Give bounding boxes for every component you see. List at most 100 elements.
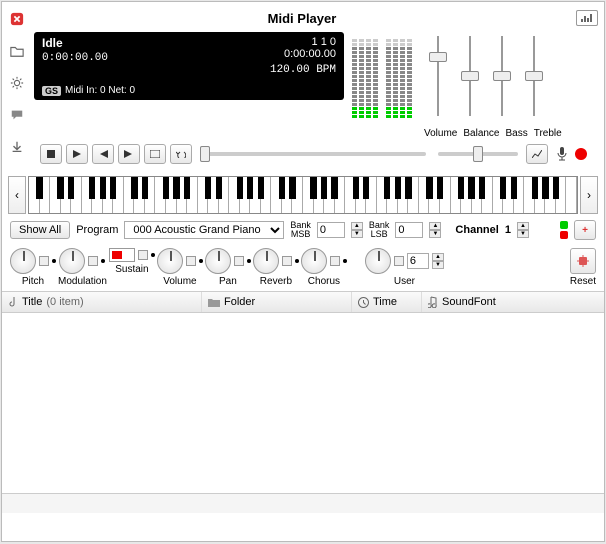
add-button[interactable]: +	[574, 220, 596, 240]
lcd-display: Idle 0:00:00.00 1 1 0 0:00:00.00 120.00 …	[34, 32, 344, 100]
reverb-indicator	[295, 259, 299, 263]
note-icon	[8, 296, 18, 308]
pitch-knob[interactable]	[10, 248, 36, 274]
modulation-toggle[interactable]	[88, 256, 98, 266]
title-count: (0 item)	[46, 296, 83, 308]
transport-row	[34, 140, 598, 168]
folder-col-icon	[208, 297, 220, 307]
slider-labels: Volume Balance Bass Treble	[424, 128, 562, 139]
app-title: Midi Player	[34, 11, 570, 26]
download-icon[interactable]	[8, 138, 26, 156]
title-row: Midi Player	[34, 8, 598, 28]
bank-msb-label: Bank MSB	[290, 221, 311, 239]
led-green	[560, 221, 568, 229]
reverb-knob[interactable]	[253, 248, 279, 274]
soundfont-column[interactable]: SoundFont	[422, 292, 604, 312]
pitch-indicator	[52, 259, 56, 263]
show-all-button[interactable]: Show All	[10, 221, 70, 239]
user-group: ▲▼ User	[365, 248, 444, 287]
bank-lsb-spinner[interactable]: ▲▼	[429, 222, 441, 238]
title-col-label: Title	[22, 296, 42, 308]
stats-icon[interactable]	[576, 10, 598, 26]
sustain-pedal[interactable]	[109, 248, 135, 262]
chorus-group: Chorus	[301, 248, 347, 287]
program-label: Program	[76, 224, 118, 236]
bass-slider[interactable]	[492, 36, 512, 116]
vu-meters	[350, 32, 414, 120]
pitch-toggle[interactable]	[39, 256, 49, 266]
app-window: Midi Player Idle 0:00:00.00 1 1 0 0:00:0…	[1, 1, 605, 542]
play-button[interactable]	[66, 144, 88, 164]
user-spinner[interactable]: ▲▼	[432, 253, 444, 269]
sustain-toggle[interactable]	[138, 250, 148, 260]
loop-button[interactable]	[144, 144, 166, 164]
net-text: Midi In: 0 Net: 0	[65, 85, 135, 96]
volume-toggle[interactable]	[186, 256, 196, 266]
left-sidebar	[8, 8, 30, 168]
chorus-label: Chorus	[308, 276, 340, 287]
undo-button[interactable]	[170, 144, 192, 164]
volume-knob-group: Volume	[157, 248, 203, 287]
title-column[interactable]: Title (0 item)	[2, 292, 202, 312]
treble-slider[interactable]	[524, 36, 544, 116]
chorus-knob[interactable]	[301, 248, 327, 274]
record-button[interactable]	[574, 147, 588, 161]
total-time: 0:00:00.00	[284, 48, 336, 60]
tempo-slider[interactable]	[438, 152, 518, 156]
close-button[interactable]	[8, 10, 26, 28]
treble-label: Treble	[534, 128, 562, 139]
channel-spinner[interactable]: ▲▼	[517, 222, 529, 238]
bank-msb-spinner[interactable]: ▲▼	[351, 222, 363, 238]
volume-knob-label: Volume	[163, 276, 196, 287]
bank-msb-input[interactable]	[317, 222, 345, 238]
bank-lsb-input[interactable]	[395, 222, 423, 238]
user-toggle[interactable]	[394, 256, 404, 266]
graph-button[interactable]	[526, 144, 548, 164]
pan-group: Pan	[205, 248, 251, 287]
reverb-toggle[interactable]	[282, 256, 292, 266]
folder-icon[interactable]	[8, 42, 26, 60]
gear-icon[interactable]	[8, 74, 26, 92]
program-dropdown[interactable]: 000 Acoustic Grand Piano	[124, 221, 284, 239]
net-row: GS Midi In: 0 Net: 0	[42, 85, 135, 96]
status-bar	[2, 493, 604, 513]
volume-indicator	[199, 259, 203, 263]
pan-knob[interactable]	[205, 248, 231, 274]
piano-keyboard[interactable]	[28, 176, 578, 214]
next-button[interactable]	[118, 144, 140, 164]
seek-slider[interactable]	[200, 152, 426, 156]
prev-button[interactable]	[92, 144, 114, 164]
balance-slider[interactable]	[460, 36, 480, 116]
volume-slider[interactable]	[428, 36, 448, 116]
bank-lsb-label: Bank LSB	[369, 221, 390, 239]
gs-badge: GS	[42, 86, 61, 96]
chorus-indicator	[343, 259, 347, 263]
playlist-header: Title (0 item) Folder Time SoundFont	[2, 291, 604, 313]
sustain-group: Sustain	[109, 248, 155, 275]
time-column[interactable]: Time	[352, 292, 422, 312]
volume-label: Volume	[424, 128, 457, 139]
soundfont-icon	[428, 296, 438, 308]
sustain-indicator	[151, 253, 155, 257]
reset-group: Reset	[570, 248, 596, 287]
reverb-label: Reverb	[260, 276, 292, 287]
modulation-group: Modulation	[58, 248, 107, 287]
modulation-knob[interactable]	[59, 248, 85, 274]
sustain-label: Sustain	[115, 264, 148, 275]
piano-scroll-right[interactable]: ›	[580, 176, 598, 214]
microphone-icon[interactable]	[556, 146, 568, 162]
folder-column[interactable]: Folder	[202, 292, 352, 312]
volume-knob[interactable]	[157, 248, 183, 274]
chorus-toggle[interactable]	[330, 256, 340, 266]
top-area: Midi Player Idle 0:00:00.00 1 1 0 0:00:0…	[2, 2, 604, 174]
comment-icon[interactable]	[8, 106, 26, 124]
playlist-body[interactable]	[2, 313, 604, 493]
slider-section: Volume Balance Bass Treble	[420, 32, 566, 140]
user-value-input[interactable]	[407, 253, 429, 269]
channel-value: 1	[505, 224, 511, 236]
reset-button[interactable]	[570, 248, 596, 274]
stop-button[interactable]	[40, 144, 62, 164]
piano-scroll-left[interactable]: ‹	[8, 176, 26, 214]
pan-toggle[interactable]	[234, 256, 244, 266]
user-knob[interactable]	[365, 248, 391, 274]
